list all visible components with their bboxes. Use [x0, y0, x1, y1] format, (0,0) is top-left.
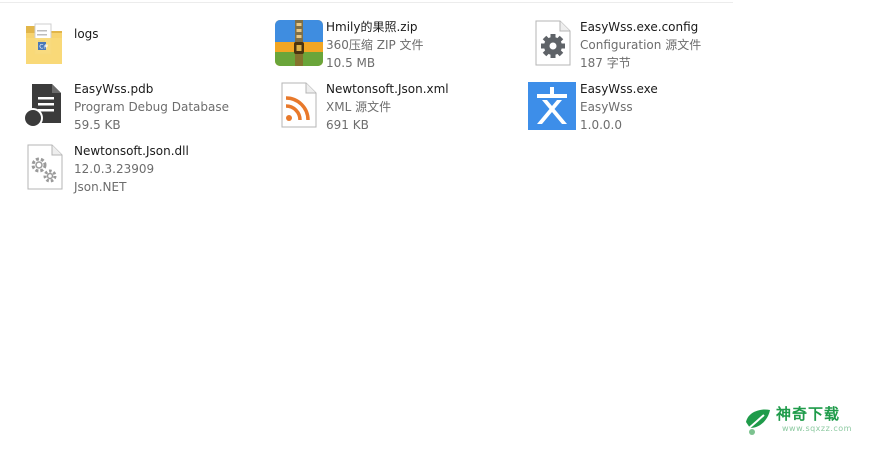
file-item-exe[interactable]: EasyWss.exe EasyWss 1.0.0.0 — [528, 80, 778, 140]
file-type: 360压缩 ZIP 文件 — [326, 38, 424, 52]
pdb-file-icon — [22, 80, 74, 132]
svg-text:C#: C# — [39, 44, 48, 51]
file-item-zip[interactable]: Hmily的果照.zip 360压缩 ZIP 文件 10.5 MB — [274, 18, 524, 78]
watermark-url: www.sqxzz.com — [782, 424, 852, 433]
file-explorer-content: C# logs Hmily的果照.zip 360压缩 ZIP 文件 10.5 M… — [0, 0, 874, 452]
file-name: Newtonsoft.Json.xml — [326, 82, 449, 96]
zip-archive-icon — [274, 18, 326, 70]
file-type: XML 源文件 — [326, 100, 392, 114]
file-item-pdb[interactable]: EasyWss.pdb Program Debug Database 59.5 … — [22, 80, 272, 140]
dll-gears-icon — [22, 142, 74, 194]
xml-rss-icon — [274, 80, 326, 132]
watermark-title: 神奇下载 — [776, 405, 841, 423]
file-name: EasyWss.pdb — [74, 82, 154, 96]
file-size: 187 字节 — [580, 56, 631, 70]
file-item-config[interactable]: EasyWss.exe.config Configuration 源文件 187… — [528, 18, 778, 78]
folder-icon: C# — [22, 18, 74, 70]
file-name: logs — [74, 27, 99, 41]
file-size: 691 KB — [326, 118, 369, 132]
file-version: 12.0.3.23909 — [74, 162, 155, 176]
file-description: EasyWss — [580, 100, 633, 114]
config-gear-icon — [528, 18, 580, 70]
file-name: EasyWss.exe.config — [580, 20, 699, 34]
file-name: Hmily的果照.zip — [326, 20, 418, 34]
file-size: 59.5 KB — [74, 118, 121, 132]
file-grid: C# logs Hmily的果照.zip 360压缩 ZIP 文件 10.5 M… — [0, 0, 874, 260]
file-name: Newtonsoft.Json.dll — [74, 144, 189, 158]
file-product: Json.NET — [74, 180, 127, 194]
file-name: EasyWss.exe — [580, 82, 658, 96]
file-version: 1.0.0.0 — [580, 118, 622, 132]
file-item-logs[interactable]: C# logs — [22, 18, 272, 78]
file-item-xml[interactable]: Newtonsoft.Json.xml XML 源文件 691 KB — [274, 80, 524, 140]
file-type: Program Debug Database — [74, 100, 229, 114]
easywss-app-icon — [528, 80, 580, 132]
site-watermark: 神奇下载 www.sqxzz.com — [742, 404, 860, 438]
file-type: Configuration 源文件 — [580, 38, 702, 52]
leaf-logo-icon — [742, 406, 774, 436]
file-size: 10.5 MB — [326, 56, 376, 70]
file-item-dll[interactable]: Newtonsoft.Json.dll 12.0.3.23909 Json.NE… — [22, 142, 272, 202]
